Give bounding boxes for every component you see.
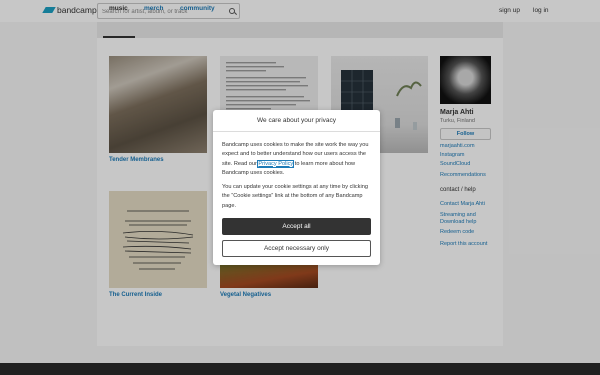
cookie-description: Bandcamp uses cookies to make the site w…	[222, 141, 374, 178]
cookie-settings-note: You can update your cookie settings at a…	[222, 184, 368, 209]
accept-all-button[interactable]: Accept all	[222, 218, 371, 235]
privacy-policy-link[interactable]: Privacy Policy	[257, 159, 295, 168]
dialog-title: We care about your privacy	[213, 110, 380, 132]
accept-necessary-button[interactable]: Accept necessary only	[222, 240, 371, 257]
cookie-consent-dialog: We care about your privacy Bandcamp uses…	[213, 110, 380, 265]
